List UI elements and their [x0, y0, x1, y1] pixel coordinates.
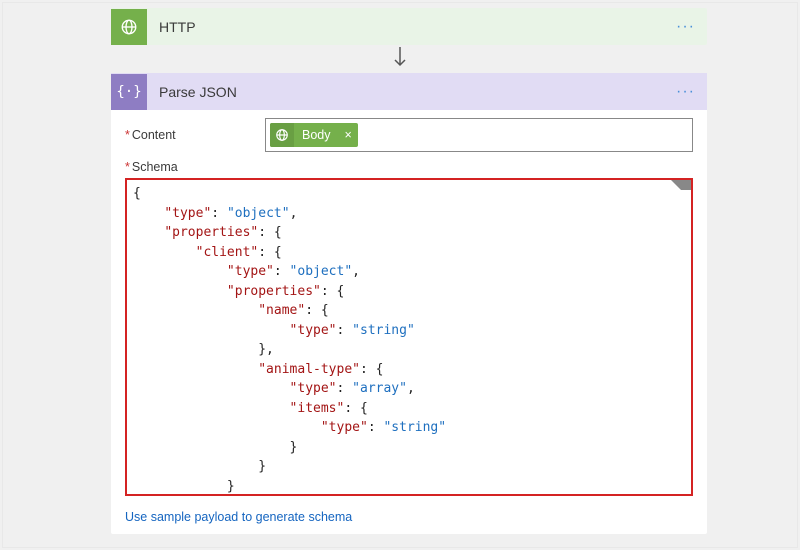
schema-code[interactable]: { "type": "object", "properties": { "cli… — [127, 180, 691, 496]
parse-json-header[interactable]: {·} Parse JSON ··· — [111, 73, 707, 110]
token-label: Body — [294, 128, 339, 142]
http-menu-button[interactable]: ··· — [676, 18, 695, 36]
body-token[interactable]: Body × — [270, 123, 358, 147]
parse-json-menu-button[interactable]: ··· — [676, 83, 695, 101]
arrow-down-icon — [391, 47, 409, 74]
content-input[interactable]: Body × — [265, 118, 693, 152]
parse-json-card: {·} Parse JSON ··· *Content Body × — [111, 73, 707, 534]
schema-editor[interactable]: { "type": "object", "properties": { "cli… — [125, 178, 693, 496]
use-sample-payload-link[interactable]: Use sample payload to generate schema — [111, 504, 707, 534]
schema-section: *Schema { "type": "object", "properties"… — [111, 160, 707, 504]
http-action-card[interactable]: HTTP ··· — [111, 8, 707, 45]
schema-label: *Schema — [125, 160, 693, 174]
parse-json-title: Parse JSON — [159, 84, 237, 100]
content-label: *Content — [125, 128, 265, 142]
token-remove-button[interactable]: × — [339, 128, 358, 142]
content-row: *Content Body × — [111, 110, 707, 160]
braces-icon: {·} — [111, 74, 147, 110]
http-title: HTTP — [159, 19, 196, 35]
globe-icon — [270, 123, 294, 147]
globe-icon — [111, 9, 147, 45]
